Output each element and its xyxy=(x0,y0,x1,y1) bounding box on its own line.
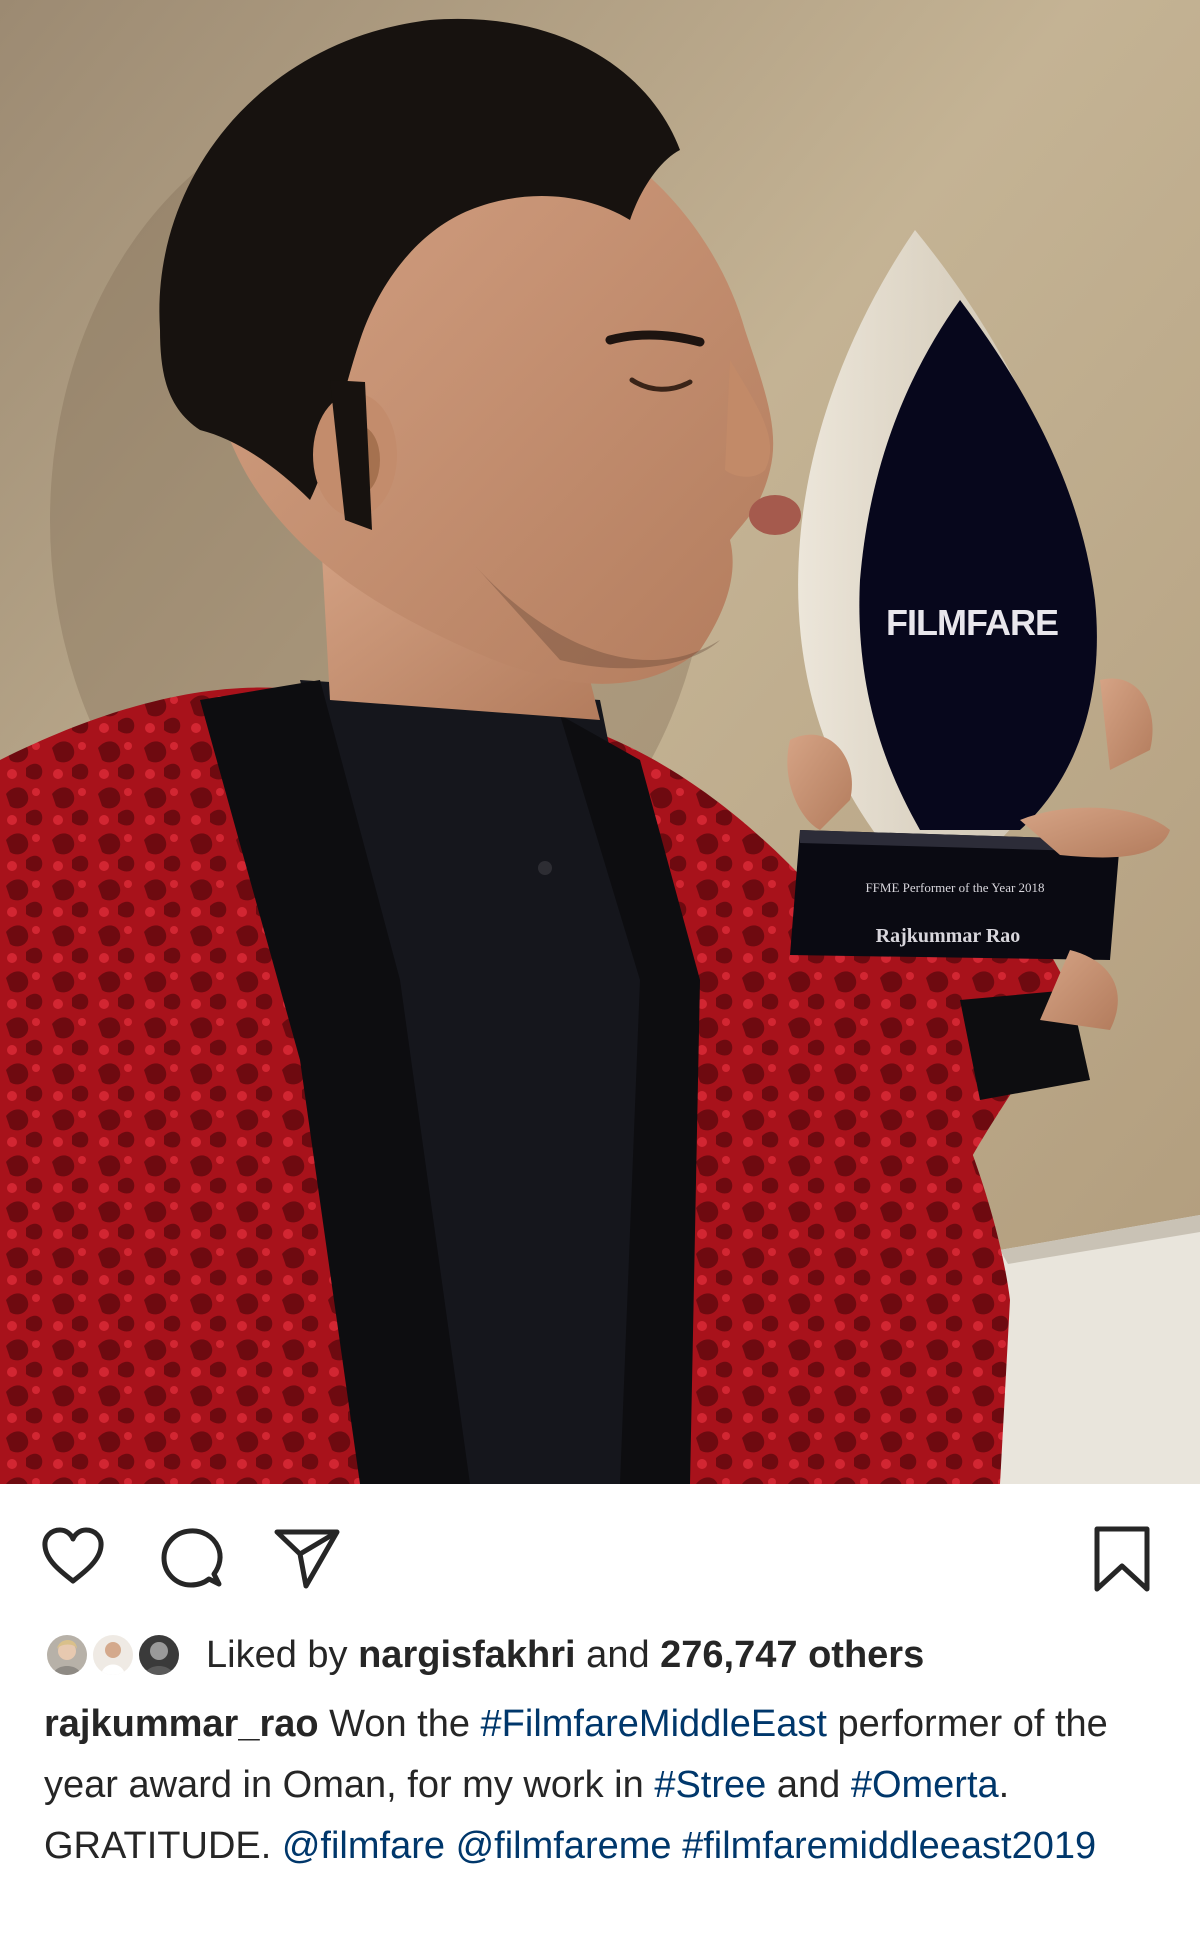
mention-link[interactable]: @filmfareme xyxy=(456,1825,672,1867)
trophy-award-line: FFME Performer of the Year 2018 xyxy=(865,880,1044,895)
avatar xyxy=(90,1632,136,1678)
hashtag-link[interactable]: #FilmfareMiddleEast xyxy=(481,1703,827,1745)
paper-plane-icon[interactable] xyxy=(272,1524,342,1590)
post-caption: rajkummar_rao Won the #FilmfareMiddleEas… xyxy=(44,1694,1174,1877)
trophy-name-plate: Rajkummar Rao xyxy=(876,925,1021,947)
liker-avatars[interactable] xyxy=(44,1628,194,1682)
heart-icon[interactable] xyxy=(40,1526,106,1586)
post-photo[interactable]: FILMFARE FFME Performer of the Year 2018… xyxy=(0,0,1200,1484)
mention-link[interactable]: @filmfare xyxy=(282,1825,445,1867)
avatar xyxy=(44,1632,90,1678)
caption-text: and xyxy=(766,1764,851,1806)
likes-summary: Liked by nargisfakhri and 276,747 others xyxy=(206,1634,924,1677)
hashtag-link[interactable]: #Omerta xyxy=(851,1764,999,1806)
caption-text: Won the xyxy=(318,1703,481,1745)
avatar xyxy=(136,1632,182,1678)
likes-count-link[interactable]: 276,747 others xyxy=(660,1634,924,1676)
hashtag-link[interactable]: #filmfaremiddleeast2019 xyxy=(682,1825,1096,1867)
likes-connector: and xyxy=(575,1633,661,1676)
bookmark-icon[interactable] xyxy=(1091,1524,1153,1594)
action-bar xyxy=(0,1484,1200,1616)
likes-row: Liked by nargisfakhri and 276,747 others xyxy=(44,1622,924,1688)
caption-text xyxy=(672,1825,683,1867)
hashtag-link[interactable]: #Stree xyxy=(654,1764,766,1806)
liker-username-link[interactable]: nargisfakhri xyxy=(358,1634,576,1676)
caption-text xyxy=(445,1825,456,1867)
trophy-brand-text: FILMFARE xyxy=(886,602,1058,643)
comment-bubble-icon[interactable] xyxy=(158,1526,224,1592)
likes-prefix: Liked by xyxy=(206,1633,359,1676)
instagram-post: FILMFARE FFME Performer of the Year 2018… xyxy=(0,0,1200,1936)
caption-username-link[interactable]: rajkummar_rao xyxy=(44,1703,319,1745)
